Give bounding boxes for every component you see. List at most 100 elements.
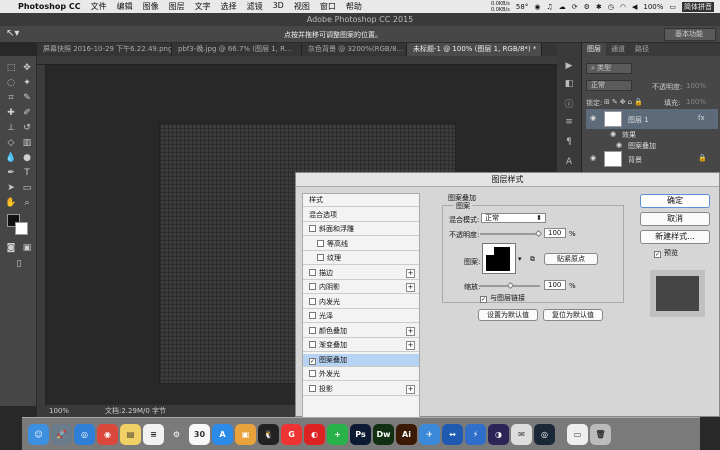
wifi-icon[interactable]: ◠ [620, 3, 626, 11]
style-checkbox[interactable] [309, 268, 316, 276]
style-checkbox[interactable] [317, 254, 324, 261]
visibility-eye-icon[interactable]: ◉ [590, 154, 596, 162]
dock-finder-icon[interactable]: ☺ [28, 423, 49, 445]
menu-item[interactable]: 文件 [91, 1, 107, 12]
snap-origin-button[interactable]: 贴紧原点 [544, 253, 598, 265]
layer-kind-filter[interactable]: ⌕ 类型 [586, 63, 632, 74]
dock-mail-bird-icon[interactable]: ✉ [511, 423, 532, 445]
brush-tool-icon[interactable]: ✐ [20, 107, 34, 119]
style-list-item[interactable]: 斜面和浮雕 [303, 223, 419, 236]
document-info[interactable]: 文档:2.29M/0 字节 [105, 405, 166, 417]
paragraph-icon[interactable]: ¶ [563, 137, 575, 149]
dock-chrome-icon[interactable]: ◉ [97, 423, 118, 445]
style-list-item[interactable]: 内发光 [303, 296, 419, 309]
wechat-icon[interactable]: ☁ [559, 3, 566, 11]
style-checkbox[interactable] [309, 370, 316, 377]
magic-wand-icon[interactable]: ✦ [20, 77, 34, 89]
layer-blend-mode[interactable]: 正常 [586, 80, 632, 91]
dock-qq-icon[interactable]: 🐧 [258, 423, 279, 445]
style-checkbox[interactable] [309, 225, 316, 232]
dock-weibo-icon[interactable]: G [281, 423, 302, 445]
eraser-tool-icon[interactable]: ◇ [4, 137, 18, 149]
marquee-tool-icon[interactable]: ⬚ [4, 62, 18, 74]
dock-preview-icon[interactable]: ▣ [235, 423, 256, 445]
style-list-item[interactable]: 光泽 [303, 310, 419, 323]
dock-dreamweaver-icon[interactable]: Dw [373, 423, 394, 445]
vertical-ruler[interactable] [37, 65, 46, 405]
adjustments-icon[interactable]: ≡ [563, 117, 575, 129]
info-icon[interactable]: ⓘ [563, 97, 575, 110]
menu-item[interactable]: 选择 [221, 1, 237, 12]
blur-tool-icon[interactable]: 💧 [4, 152, 18, 164]
character-icon[interactable]: A [563, 157, 575, 169]
dock-xcode-bird-icon[interactable]: ✈ [419, 423, 440, 445]
sync-icon[interactable]: ⟳ [572, 3, 578, 11]
preview-checkbox[interactable]: ✓ 预览 [654, 248, 678, 258]
menu-item[interactable]: 窗口 [320, 1, 336, 12]
properties-icon[interactable]: ◧ [563, 79, 575, 91]
headphone-icon[interactable]: ♫ [546, 3, 552, 11]
dock-calendar-icon[interactable]: 30 [189, 423, 210, 445]
doc-tab-1[interactable]: 屏幕快照 2016-10-29 下午6.22.49.png [37, 43, 172, 56]
menu-item[interactable]: 帮助 [346, 1, 362, 12]
screen-mode-icon[interactable]: ▣ [20, 242, 34, 254]
dock-app-store-icon[interactable]: A [212, 423, 233, 445]
horizontal-ruler[interactable] [37, 56, 557, 65]
bluetooth-icon[interactable]: ✱ [596, 3, 602, 11]
dock-trash-icon[interactable]: 🗑 [590, 423, 611, 445]
visibility-eye-icon[interactable]: ◉ [610, 130, 616, 138]
move-tool-icon[interactable]: ✥ [20, 62, 34, 74]
healing-brush-icon[interactable]: ✚ [4, 107, 18, 119]
visibility-eye-icon[interactable]: ◉ [616, 141, 622, 149]
scale-input[interactable]: 100 [544, 280, 566, 290]
visibility-eye-icon[interactable]: ◉ [590, 114, 596, 122]
set-default-button[interactable]: 设置为默认值 [478, 309, 538, 321]
type-tool-icon[interactable]: T [20, 167, 34, 179]
gradient-tool-icon[interactable]: ▥ [20, 137, 34, 149]
menu-item[interactable]: 3D [273, 1, 284, 12]
style-checkbox[interactable] [309, 297, 316, 305]
dock-terminal-icon[interactable]: ▭ [567, 423, 588, 445]
style-checkbox[interactable] [317, 239, 324, 247]
blend-mode-select[interactable]: 正常 ⬍ [481, 213, 546, 223]
screen-mode-2-icon[interactable]: ▯ [12, 258, 26, 270]
dock-steam-icon[interactable]: ◎ [534, 423, 555, 445]
qq-status-icon[interactable]: ◉ [534, 3, 540, 11]
opacity-input[interactable]: 100 [544, 228, 566, 238]
history-icon[interactable]: ▶ [563, 61, 575, 73]
crop-tool-icon[interactable]: ⌗ [4, 92, 18, 104]
zoom-tool-icon[interactable]: ⌕ [20, 197, 34, 209]
dock-photoshop-icon[interactable]: Ps [350, 423, 371, 445]
effects-row[interactable]: ◉ 效果 [586, 129, 718, 140]
dock-illustrator-icon[interactable]: Ai [396, 423, 417, 445]
menu-item[interactable]: 图像 [143, 1, 159, 12]
tab-layers[interactable]: 图层 [582, 43, 606, 56]
dock-thunder-icon[interactable]: ⚡ [465, 423, 486, 445]
dock-eclipse-icon[interactable]: ◑ [488, 423, 509, 445]
style-checkbox[interactable] [309, 312, 316, 319]
style-checkbox[interactable]: ✓ [309, 357, 316, 365]
dock-notes-icon[interactable]: ▤ [120, 423, 141, 445]
add-effect-icon[interactable]: + [406, 384, 415, 394]
style-checkbox[interactable] [309, 283, 316, 290]
zoom-level[interactable]: 100% [49, 405, 69, 417]
new-preset-icon[interactable]: ⧉ [530, 255, 535, 264]
opacity-slider[interactable] [480, 233, 540, 235]
menu-item[interactable]: 编辑 [117, 1, 133, 12]
dock-preferences-icon[interactable]: ⚙ [166, 423, 187, 445]
style-checkbox[interactable] [309, 326, 316, 334]
workspace-select[interactable]: 基本功能 [664, 28, 716, 41]
style-list-item[interactable]: 内阴影 + [303, 281, 419, 294]
style-checkbox[interactable] [309, 384, 316, 392]
opacity-value[interactable]: 100% [686, 82, 706, 94]
link-layer-checkbox[interactable]: ✓ 与图层链接 [480, 293, 525, 303]
volume-icon[interactable]: ◀ [632, 3, 637, 11]
reset-default-button[interactable]: 复位为默认值 [543, 309, 603, 321]
pattern-swatch[interactable] [482, 243, 516, 274]
dock-netease-icon[interactable]: ◐ [304, 423, 325, 445]
style-list-item[interactable]: 描边 + [303, 267, 419, 280]
layer-row-background[interactable]: ◉ 背景 🔒 [586, 149, 718, 169]
dock-plus-app-icon[interactable]: + [327, 423, 348, 445]
new-style-button[interactable]: 新建样式... [640, 230, 710, 244]
style-list-item[interactable]: 外发光 [303, 368, 419, 381]
